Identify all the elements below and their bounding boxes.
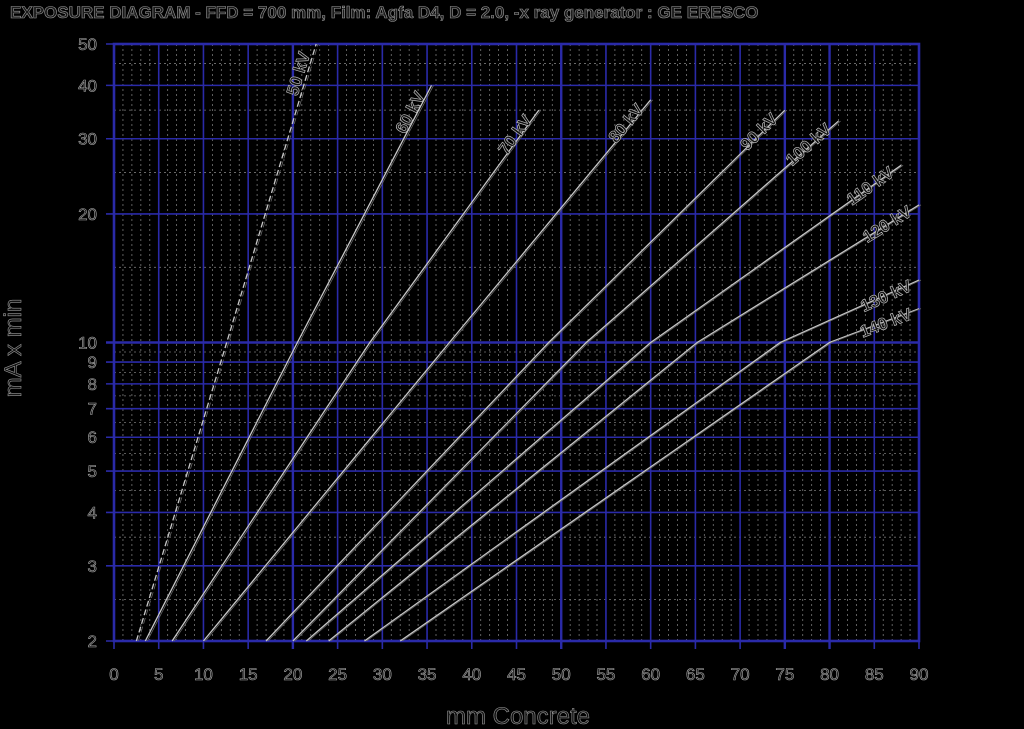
- y-tick-label: 5: [88, 462, 97, 481]
- y-tick-label: 6: [88, 428, 97, 447]
- x-tick-label: 40: [462, 665, 481, 684]
- x-tick-label: 45: [507, 665, 526, 684]
- y-tick-label: 3: [88, 557, 97, 576]
- x-tick-label: 50: [552, 665, 571, 684]
- x-tick-label: 20: [283, 665, 302, 684]
- y-tick-label: 30: [78, 130, 97, 149]
- chart-title: EXPOSURE DIAGRAM - FFD = 700 mm, Film: A…: [10, 3, 759, 22]
- x-tick-label: 85: [865, 665, 884, 684]
- y-tick-label: 20: [78, 205, 97, 224]
- y-tick-label: 8: [88, 375, 97, 394]
- x-tick-label: 75: [775, 665, 794, 684]
- x-tick-label: 70: [731, 665, 750, 684]
- x-tick-label: 55: [596, 665, 615, 684]
- x-tick-label: 35: [418, 665, 437, 684]
- exposure-chart: EXPOSURE DIAGRAM - FFD = 700 mm, Film: A…: [0, 0, 1024, 729]
- x-tick-label: 60: [641, 665, 660, 684]
- x-tick-label: 10: [194, 665, 213, 684]
- y-tick-label: 2: [88, 632, 97, 651]
- x-tick-label: 15: [239, 665, 258, 684]
- x-tick-label: 30: [373, 665, 392, 684]
- chart-background: [0, 0, 1024, 729]
- y-tick-label: 7: [88, 400, 97, 419]
- y-tick-label: 9: [88, 353, 97, 372]
- x-tick-label: 80: [820, 665, 839, 684]
- y-tick-label: 10: [78, 334, 97, 353]
- y-tick-label: 50: [78, 35, 97, 54]
- x-tick-label: 5: [154, 665, 163, 684]
- x-axis-title: mm Concrete: [446, 703, 590, 729]
- y-axis-title: mA x min: [0, 299, 27, 398]
- x-tick-label: 65: [686, 665, 705, 684]
- x-tick-label: 90: [910, 665, 929, 684]
- x-tick-label: 25: [328, 665, 347, 684]
- y-tick-label: 4: [88, 503, 97, 522]
- x-tick-label: 0: [109, 665, 118, 684]
- y-tick-label: 40: [78, 76, 97, 95]
